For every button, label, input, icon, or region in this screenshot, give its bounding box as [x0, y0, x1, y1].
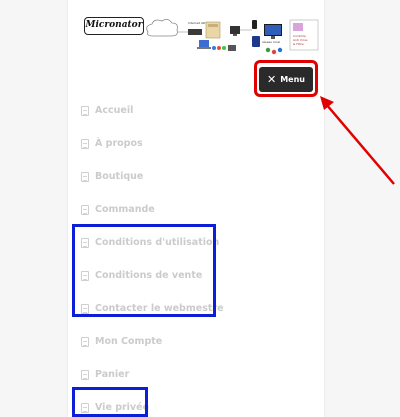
page-icon — [81, 369, 89, 380]
nav-item-label: Commande — [95, 204, 155, 215]
nav-item-label: À propos — [95, 138, 143, 149]
nav-item-commande[interactable]: Commande — [81, 193, 311, 226]
nav-item-label: Panier — [95, 369, 130, 380]
page-icon — [81, 237, 89, 248]
logo-text: Micronator — [85, 20, 143, 30]
nav-item-label: Vie privée — [95, 402, 150, 413]
nav-item-contacter-webmestre[interactable]: Contacter le webmestre — [81, 292, 311, 325]
nav-item-panier[interactable]: Panier — [81, 358, 311, 391]
page-icon — [81, 138, 89, 149]
svg-text:réseau local: réseau local — [262, 40, 280, 44]
nav-item-conditions-vente[interactable]: Conditions de vente — [81, 259, 311, 292]
nav-item-label: Conditions d'utilisation — [95, 237, 220, 248]
page-icon — [81, 336, 89, 347]
svg-text:& Filtre: & Filtre — [293, 42, 304, 46]
menu-toggle-button[interactable]: ✕ Menu — [259, 67, 313, 92]
menu-panel: Micronator Internet ADSL réseau local Co… — [67, 0, 325, 417]
page-icon — [81, 270, 89, 281]
menu-button-label: Menu — [280, 75, 305, 84]
nav-item-label: Conditions de vente — [95, 270, 203, 281]
nav-menu: Accueil À propos Boutique Commande Condi… — [81, 94, 311, 417]
nav-item-label: Mon Compte — [95, 336, 163, 347]
page-icon — [81, 303, 89, 314]
close-icon: ✕ — [267, 73, 277, 86]
page-icon — [81, 171, 89, 182]
nav-item-label: Accueil — [95, 105, 134, 116]
site-logo[interactable]: Micronator — [84, 17, 144, 35]
page-icon — [81, 105, 89, 116]
network-diagram-image: Internet ADSL réseau local Contrôle Anti… — [146, 19, 319, 55]
nav-item-conditions-utilisation[interactable]: Conditions d'utilisation — [81, 226, 311, 259]
nav-item-a-propos[interactable]: À propos — [81, 127, 311, 160]
nav-item-accueil[interactable]: Accueil — [81, 94, 311, 127]
nav-item-label: Boutique — [95, 171, 144, 182]
nav-item-label: Contacter le webmestre — [95, 303, 224, 314]
page-icon — [81, 204, 89, 215]
nav-item-boutique[interactable]: Boutique — [81, 160, 311, 193]
page-icon — [81, 402, 89, 413]
nav-item-mon-compte[interactable]: Mon Compte — [81, 325, 311, 358]
red-arrow-annotation — [320, 96, 395, 185]
nav-item-vie-privee[interactable]: Vie privée — [81, 391, 311, 417]
